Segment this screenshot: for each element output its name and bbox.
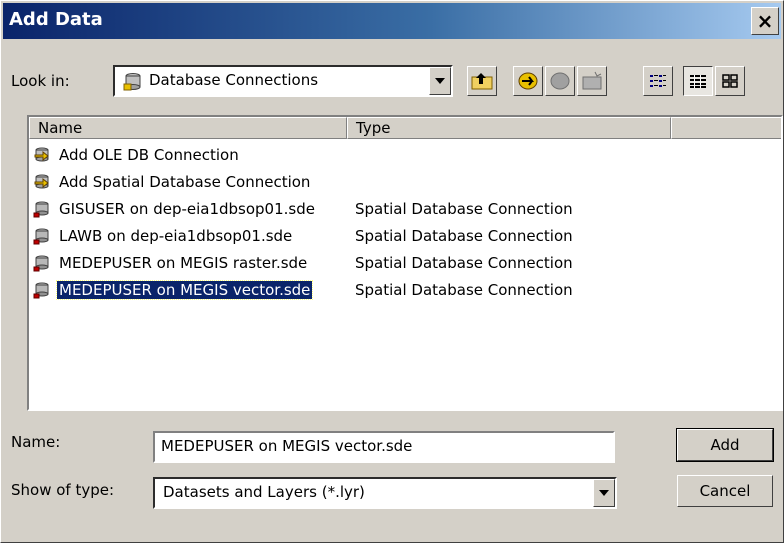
database-connection-icon [33,254,51,272]
list-item-name: GISUSER on dep-eia1dbsop01.sde [59,200,315,218]
list-item-type: Spatial Database Connection [355,281,573,299]
look-in-combo[interactable]: Database Connections [113,65,453,97]
add-data-dialog: Add Data × Look in: Database Connections… [0,0,784,543]
list-item[interactable]: MEDEPUSER on MEGIS vector.sde Spatial Dat… [29,278,781,304]
database-connection-icon [33,200,51,218]
database-connection-icon [33,227,51,245]
list-view-button[interactable] [643,66,673,96]
database-connections-icon [123,72,143,92]
cancel-button[interactable]: Cancel [677,475,773,507]
look-in-label: Look in: [11,72,70,90]
up-one-level-button[interactable] [467,66,497,96]
show-of-type-label: Show of type: [11,481,115,499]
list-item-type: Spatial Database Connection [355,200,573,218]
look-in-dropdown-button[interactable] [429,67,451,95]
chevron-down-icon [599,490,609,496]
details-view-icon [690,75,706,88]
thumbnails-view-button[interactable] [715,66,745,96]
list-item-name: Add OLE DB Connection [59,146,239,164]
add-button[interactable]: Add [676,428,774,462]
show-of-type-combo[interactable]: Datasets and Layers (*.lyr) [153,477,617,509]
chevron-down-icon [435,78,445,84]
list-item[interactable]: GISUSER on dep-eia1dbsop01.sde Spatial Da… [29,197,781,223]
add-connection-icon [33,146,51,164]
list-item[interactable]: LAWB on dep-eia1dbsop01.sde Spatial Datab… [29,224,781,250]
column-header-filler [671,117,781,139]
window-title: Add Data [9,9,103,30]
list-item-name: MEDEPUSER on MEGIS vector.sde [55,280,314,300]
list-item-name: Add Spatial Database Connection [59,173,311,191]
list-item[interactable]: Add OLE DB Connection [29,143,781,169]
disconnect-button [545,66,575,96]
disconnect-icon [550,72,570,90]
file-list[interactable]: Name Type Add OLE DB Connection Add Spati… [27,115,783,411]
name-label: Name: [11,433,61,451]
column-header-name[interactable]: Name [29,117,347,139]
name-field[interactable]: MEDEPUSER on MEGIS vector.sde [153,431,615,463]
details-view-button[interactable] [683,66,713,96]
column-header-type[interactable]: Type [347,117,671,139]
thumbnails-view-icon [722,74,738,88]
show-of-type-value: Datasets and Layers (*.lyr) [163,483,365,501]
list-item-name: LAWB on dep-eia1dbsop01.sde [59,227,293,245]
look-in-value: Database Connections [149,71,319,89]
name-field-value: MEDEPUSER on MEGIS vector.sde [161,437,413,455]
list-item[interactable]: MEDEPUSER on MEGIS raster.sde Spatial Dat… [29,251,781,277]
new-folder-icon [582,71,602,90]
connect-icon [518,72,538,90]
title-bar[interactable]: Add Data × [3,3,781,39]
show-of-type-dropdown-button[interactable] [593,479,615,507]
list-item[interactable]: Add Spatial Database Connection [29,170,781,196]
new-folder-button [577,66,607,96]
add-connection-icon [33,173,51,191]
list-item-type: Spatial Database Connection [355,227,573,245]
close-icon: × [756,9,774,33]
database-connection-icon [33,281,51,299]
connect-folder-button[interactable] [513,66,543,96]
up-folder-icon [471,73,493,90]
list-item-name: MEDEPUSER on MEGIS raster.sde [59,254,308,272]
list-item-type: Spatial Database Connection [355,254,573,272]
close-button[interactable]: × [751,7,779,35]
list-view-icon [650,75,666,87]
